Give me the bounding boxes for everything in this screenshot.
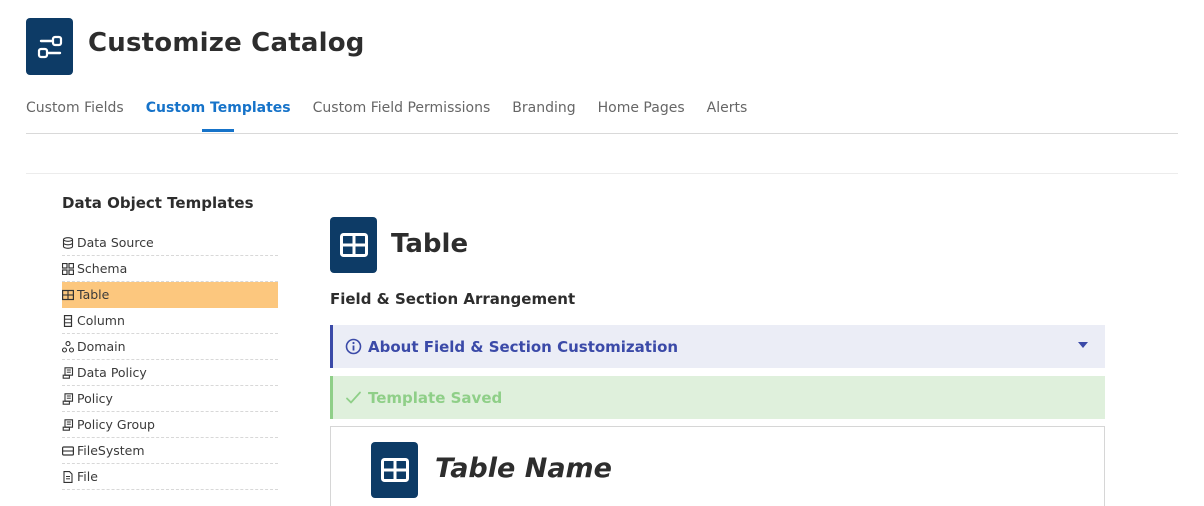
tab-custom-field-permissions[interactable]: Custom Field Permissions [313, 100, 491, 132]
divider [26, 173, 1178, 174]
about-label: About Field & Section Customization [368, 337, 679, 356]
policy-icon [62, 392, 74, 405]
tab-bar: Custom Fields Custom Templates Custom Fi… [26, 100, 1178, 134]
domain-icon [62, 340, 74, 353]
sidebar-item-label: Table [77, 287, 110, 302]
sidebar-item-label: FileSystem [77, 443, 145, 458]
saved-label: Template Saved [368, 388, 503, 407]
sidebar-item-data-source[interactable]: Data Source [62, 230, 278, 256]
info-icon [345, 338, 362, 355]
sidebar-item-label: Policy Group [77, 417, 155, 432]
sidebar-item-label: Policy [77, 391, 113, 406]
about-customization-expander[interactable]: About Field & Section Customization [330, 325, 1105, 368]
sidebar: Data Object Templates Data Source Schema… [62, 194, 278, 490]
tab-branding[interactable]: Branding [512, 100, 575, 132]
sidebar-item-column[interactable]: Column [62, 308, 278, 334]
policy-icon [62, 366, 74, 379]
checkmark-icon [346, 391, 361, 404]
sidebar-item-domain[interactable]: Domain [62, 334, 278, 360]
table-icon [330, 217, 377, 273]
sidebar-item-label: Data Source [77, 235, 154, 250]
template-saved-alert: Template Saved [330, 376, 1105, 419]
policy-icon [62, 418, 74, 431]
sidebar-item-policy-group[interactable]: Policy Group [62, 412, 278, 438]
section-heading: Field & Section Arrangement [330, 290, 576, 308]
caret-down-icon[interactable] [1078, 342, 1088, 348]
sidebar-item-table[interactable]: Table [62, 282, 278, 308]
sidebar-item-policy[interactable]: Policy [62, 386, 278, 412]
tab-alerts[interactable]: Alerts [707, 100, 748, 132]
file-icon [62, 470, 74, 483]
table-icon [371, 442, 418, 498]
sidebar-item-schema[interactable]: Schema [62, 256, 278, 282]
page-title: Customize Catalog [88, 28, 365, 58]
customize-catalog-icon [26, 18, 73, 75]
sidebar-item-label: Column [77, 313, 125, 328]
column-icon [62, 314, 74, 327]
sidebar-item-filesystem[interactable]: FileSystem [62, 438, 278, 464]
tab-custom-fields[interactable]: Custom Fields [26, 100, 124, 132]
sliders-icon [37, 35, 62, 58]
sidebar-item-file[interactable]: File [62, 464, 278, 490]
table-icon [62, 289, 74, 301]
sidebar-item-label: Schema [77, 261, 128, 276]
sidebar-item-data-policy[interactable]: Data Policy [62, 360, 278, 386]
tab-home-pages[interactable]: Home Pages [598, 100, 685, 132]
tab-custom-templates[interactable]: Custom Templates [146, 100, 291, 132]
filesystem-icon [62, 445, 74, 457]
card-title: Table Name [435, 453, 612, 484]
object-title: Table [391, 229, 469, 259]
sidebar-item-label: Domain [77, 339, 126, 354]
database-icon [62, 236, 74, 249]
sidebar-title: Data Object Templates [62, 194, 254, 212]
sidebar-item-label: Data Policy [77, 365, 147, 380]
template-section-card: Table Name [330, 426, 1105, 506]
schema-grid-icon [62, 262, 74, 275]
